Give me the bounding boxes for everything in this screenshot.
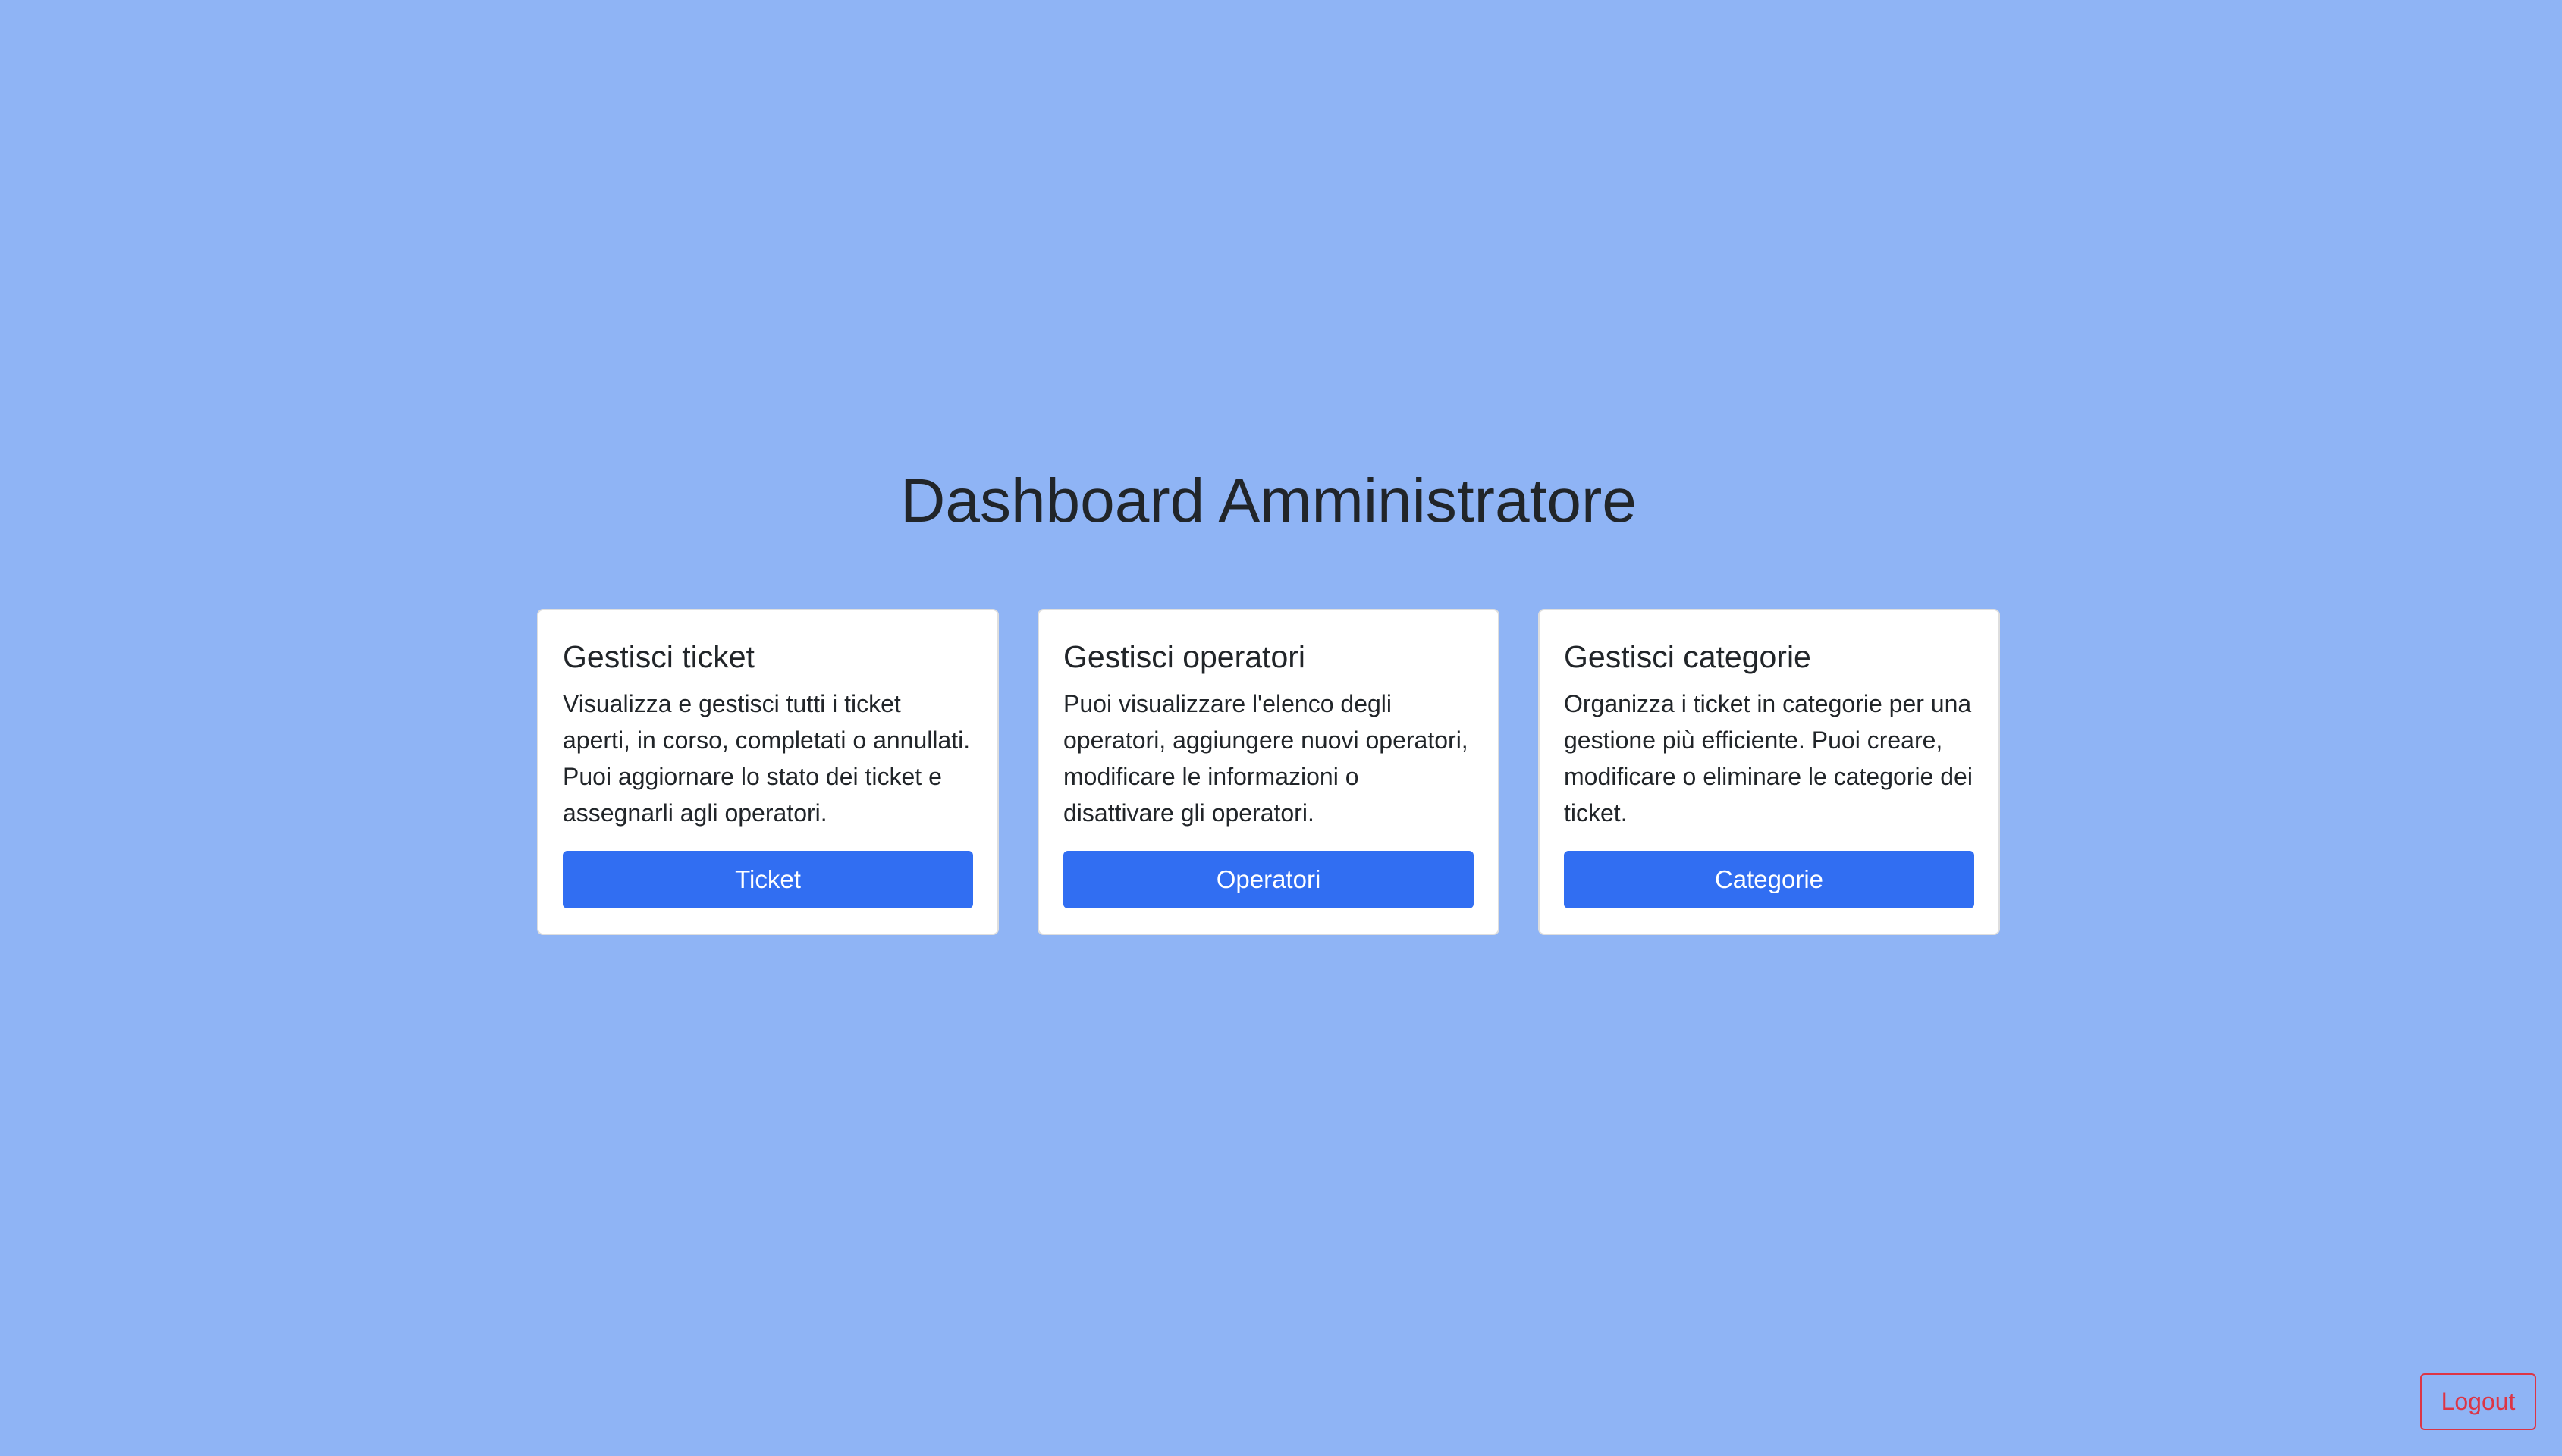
card-title: Gestisci categorie	[1564, 639, 1811, 674]
card-manage-operators: Gestisci operatori Puoi visualizzare l'e…	[1038, 609, 1499, 935]
card-title: Gestisci ticket	[563, 639, 755, 674]
card-description: Visualizza e gestisci tutti i ticket ape…	[563, 690, 971, 827]
logout-button[interactable]: Logout	[2420, 1373, 2536, 1430]
card-title: Gestisci operatori	[1063, 639, 1306, 674]
card-manage-categories: Gestisci categorie Organizza i ticket in…	[1538, 609, 2000, 935]
page-title: Dashboard Amministratore	[900, 466, 1637, 535]
card-description: Puoi visualizzare l'elenco degli operato…	[1063, 690, 1468, 827]
tickets-button[interactable]: Ticket	[563, 851, 973, 908]
categories-button[interactable]: Categorie	[1564, 851, 1974, 908]
operators-button[interactable]: Operatori	[1063, 851, 1474, 908]
card-description: Organizza i ticket in categorie per una …	[1564, 690, 1973, 827]
card-manage-tickets: Gestisci ticket Visualizza e gestisci tu…	[537, 609, 999, 935]
